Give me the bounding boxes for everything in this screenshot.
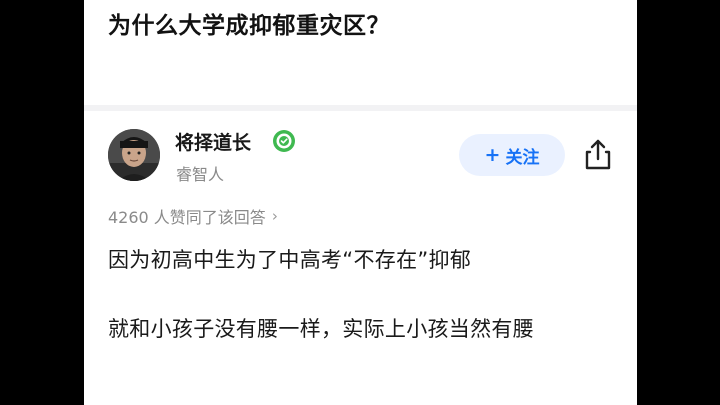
follow-button[interactable]: + 关注 bbox=[459, 134, 565, 176]
share-icon[interactable] bbox=[584, 138, 612, 170]
author-row: 将择道长 睿智人 + 关注 bbox=[84, 111, 637, 196]
avatar-image bbox=[108, 129, 160, 181]
plus-icon: + bbox=[484, 144, 501, 166]
question-title[interactable]: 为什么大学成抑郁重灾区？ bbox=[108, 6, 390, 40]
chevron-right-icon: › bbox=[271, 207, 278, 225]
author-name[interactable]: 将择道长 bbox=[175, 128, 251, 155]
votes-summary[interactable]: 4260 人赞同了该回答 › bbox=[108, 204, 278, 228]
avatar[interactable] bbox=[108, 129, 160, 181]
answer-paragraph: 因为初高中生为了中高考“不存在”抑郁 bbox=[108, 248, 472, 272]
follow-label: 关注 bbox=[505, 147, 540, 168]
author-subtitle: 睿智人 bbox=[176, 165, 225, 184]
question-header: 为什么大学成抑郁重灾区？ bbox=[84, 0, 637, 105]
certified-badge-icon bbox=[273, 130, 295, 152]
answer-page: 为什么大学成抑郁重灾区？ 将择道长 睿智人 + 关注 4260 人赞同了该回答 … bbox=[84, 0, 637, 405]
votes-text: 4260 人赞同了该回答 bbox=[108, 208, 266, 227]
answer-paragraph: 就和小孩子没有腰一样，实际上小孩当然有腰 bbox=[108, 317, 534, 341]
